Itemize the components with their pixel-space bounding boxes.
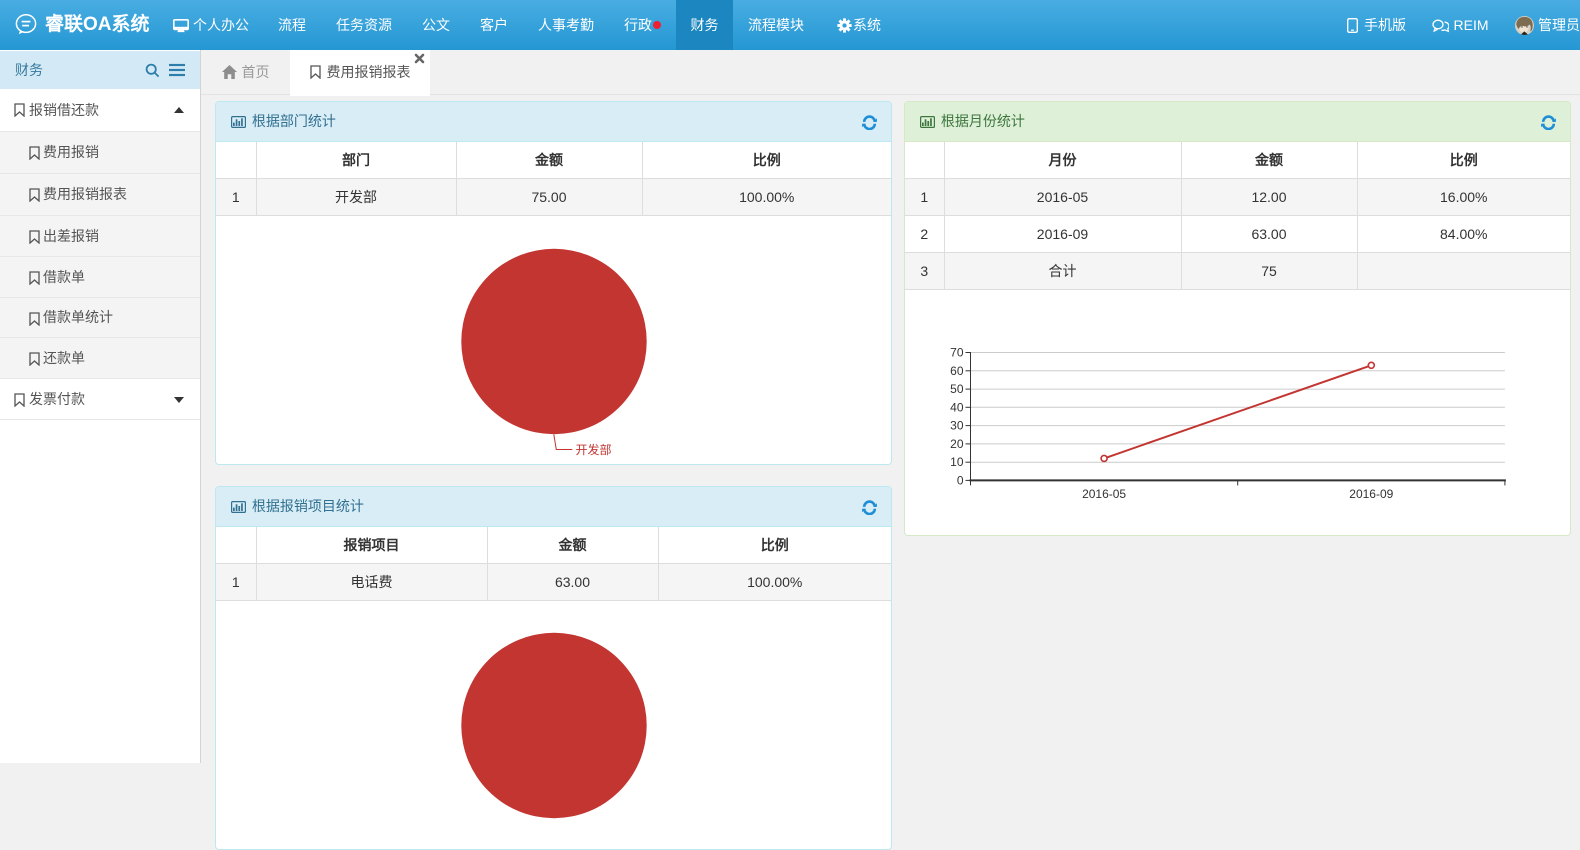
svg-text:2016-09: 2016-09 [1349,487,1393,501]
svg-text:0: 0 [957,473,964,487]
svg-text:2016-05: 2016-05 [1082,487,1126,501]
svg-text:50: 50 [950,382,964,396]
svg-text:60: 60 [950,364,964,378]
svg-text:开发部: 开发部 [576,442,612,457]
svg-text:10: 10 [950,455,964,469]
svg-text:20: 20 [950,437,964,451]
svg-text:40: 40 [950,400,964,414]
svg-text:70: 70 [950,346,964,360]
svg-text:30: 30 [950,419,964,433]
